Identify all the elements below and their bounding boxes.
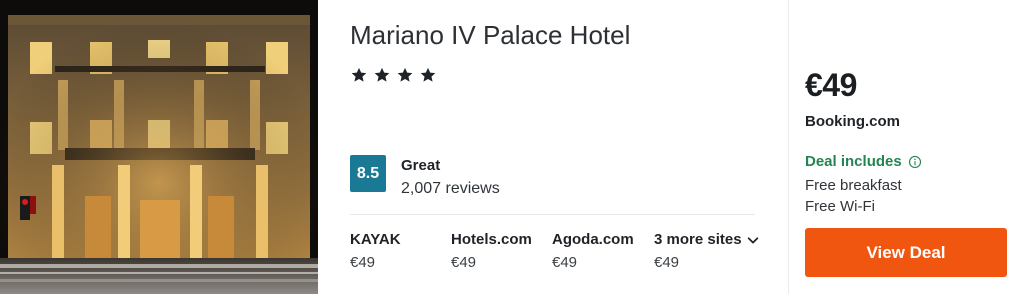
star-icon: [397, 67, 413, 82]
deal-provider[interactable]: Booking.com: [805, 112, 900, 132]
site-offer-agoda-com[interactable]: Agoda.com €49: [552, 230, 634, 273]
star-rating: [350, 66, 437, 84]
view-deal-button[interactable]: View Deal: [805, 228, 1007, 277]
review-count[interactable]: 2,007 reviews: [401, 179, 500, 199]
site-price: €49: [350, 254, 376, 271]
site-price: €49: [654, 254, 680, 271]
hotel-result-card: Mariano IV Palace Hotel 8.5 Great 2,007 …: [0, 0, 1024, 294]
more-sites-label-row: 3 more sites: [654, 230, 760, 250]
rating-label: Great: [401, 157, 441, 174]
site-offer-kayak[interactable]: KAYAK €49: [350, 230, 401, 273]
deal-includes-heading[interactable]: Deal includes: [805, 152, 922, 172]
site-name: Hotels.com: [451, 231, 532, 248]
hotel-photo-image: [0, 0, 318, 294]
deal-includes-label: Deal includes: [805, 153, 902, 170]
other-sites-list: KAYAK €49 Hotels.com €49 Agoda.com €49 3…: [350, 230, 780, 280]
star-icon: [351, 67, 367, 82]
divider: [350, 214, 755, 215]
column-divider: [788, 0, 789, 294]
rating-text: Great 2,007 reviews: [401, 155, 500, 199]
more-sites-button[interactable]: 3 more sites €49: [654, 230, 760, 273]
info-icon[interactable]: [908, 155, 922, 169]
hotel-photo[interactable]: [0, 0, 318, 294]
deal-panel: €49 Booking.com Deal includes Free break…: [805, 0, 1010, 294]
site-price: €49: [451, 254, 477, 271]
more-sites-label: 3 more sites: [654, 231, 742, 248]
hotel-name[interactable]: Mariano IV Palace Hotel: [350, 19, 630, 51]
star-icon: [420, 67, 436, 82]
site-offer-hotels-com[interactable]: Hotels.com €49: [451, 230, 532, 273]
deal-item-wifi: Free Wi-Fi: [805, 198, 875, 215]
review-rating[interactable]: 8.5 Great 2,007 reviews: [350, 155, 500, 199]
chevron-down-icon: [747, 237, 758, 244]
site-name: KAYAK: [350, 231, 401, 248]
deal-item-breakfast: Free breakfast: [805, 177, 902, 194]
site-name: Agoda.com: [552, 231, 634, 248]
hotel-details: Mariano IV Palace Hotel 8.5 Great 2,007 …: [350, 0, 758, 294]
rating-score-badge: 8.5: [350, 155, 386, 192]
star-icon: [374, 67, 390, 82]
site-price: €49: [552, 254, 578, 271]
deal-price[interactable]: €49: [805, 66, 857, 104]
